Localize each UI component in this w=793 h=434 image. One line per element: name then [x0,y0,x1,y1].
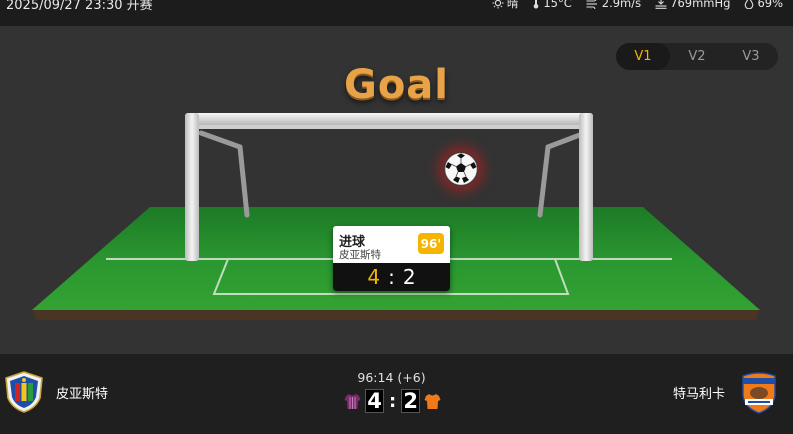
match-animation-stage: V1 V2 V3 Goal 进球 皮亚斯特 96' 4 : 2 [0,26,793,354]
away-team-name: 特马利卡 [672,386,725,402]
weather-wind: 2.9m/s [586,0,641,11]
match-clock: 96:14 (+6) [357,370,426,385]
away-team[interactable]: 特马利卡 [673,370,783,414]
sun-icon [492,0,504,9]
scoreboard: 皮亚斯特 96:14 (+6) 4 : 2 特马利卡 [0,354,793,434]
status-bar: 2025/09/27 23:30 开赛 晴 15°C 2.9m/s 769mmH… [0,0,793,26]
goal-right-post [579,113,593,261]
weather-temperature: 15°C [532,0,572,11]
goal-left-post [185,113,199,261]
event-minute-badge: 96' [417,233,444,254]
home-kit-shirt-icon [344,393,361,410]
event-title: Goal [343,62,449,108]
event-score-separator: : [388,265,395,289]
pressure-icon [655,0,667,9]
event-home-score: 4 [367,265,381,289]
weather-condition-text: 晴 [506,0,519,10]
away-team-crest-icon [739,370,783,414]
wind-text: 2.9m/s [601,0,642,10]
goal-inner-bar [199,125,579,129]
away-score: 2 [401,389,421,413]
weather-humidity: 69% [744,0,783,11]
home-score: 4 [365,389,384,413]
wind-icon [586,0,599,9]
temperature-text: 15°C [543,0,572,10]
event-team: 皮亚斯特 [339,249,381,261]
weather-condition: 晴 [492,0,519,11]
pressure-text: 769mmHg [670,0,731,10]
goal-crossbar [185,113,593,125]
weather-info: 晴 15°C 2.9m/s 769mmHg 69% [492,0,783,11]
match-datetime: 2025/09/27 23:30 开赛 [6,0,153,13]
soccer-ball-icon [444,152,478,186]
home-team-name: 皮亚斯特 [56,386,109,402]
weather-pressure: 769mmHg [655,0,730,11]
goal-event-card: 进球 皮亚斯特 96' 4 : 2 [333,226,450,291]
event-away-score: 2 [402,265,416,289]
humidity-icon [744,0,754,9]
humidity-text: 69% [757,0,783,10]
event-score: 4 : 2 [333,263,450,291]
score-separator: : [389,390,397,412]
away-kit-shirt-icon [424,393,441,410]
score-display: 4 : 2 [344,389,441,413]
goal-stanchions [198,130,588,218]
thermometer-icon [532,0,540,9]
